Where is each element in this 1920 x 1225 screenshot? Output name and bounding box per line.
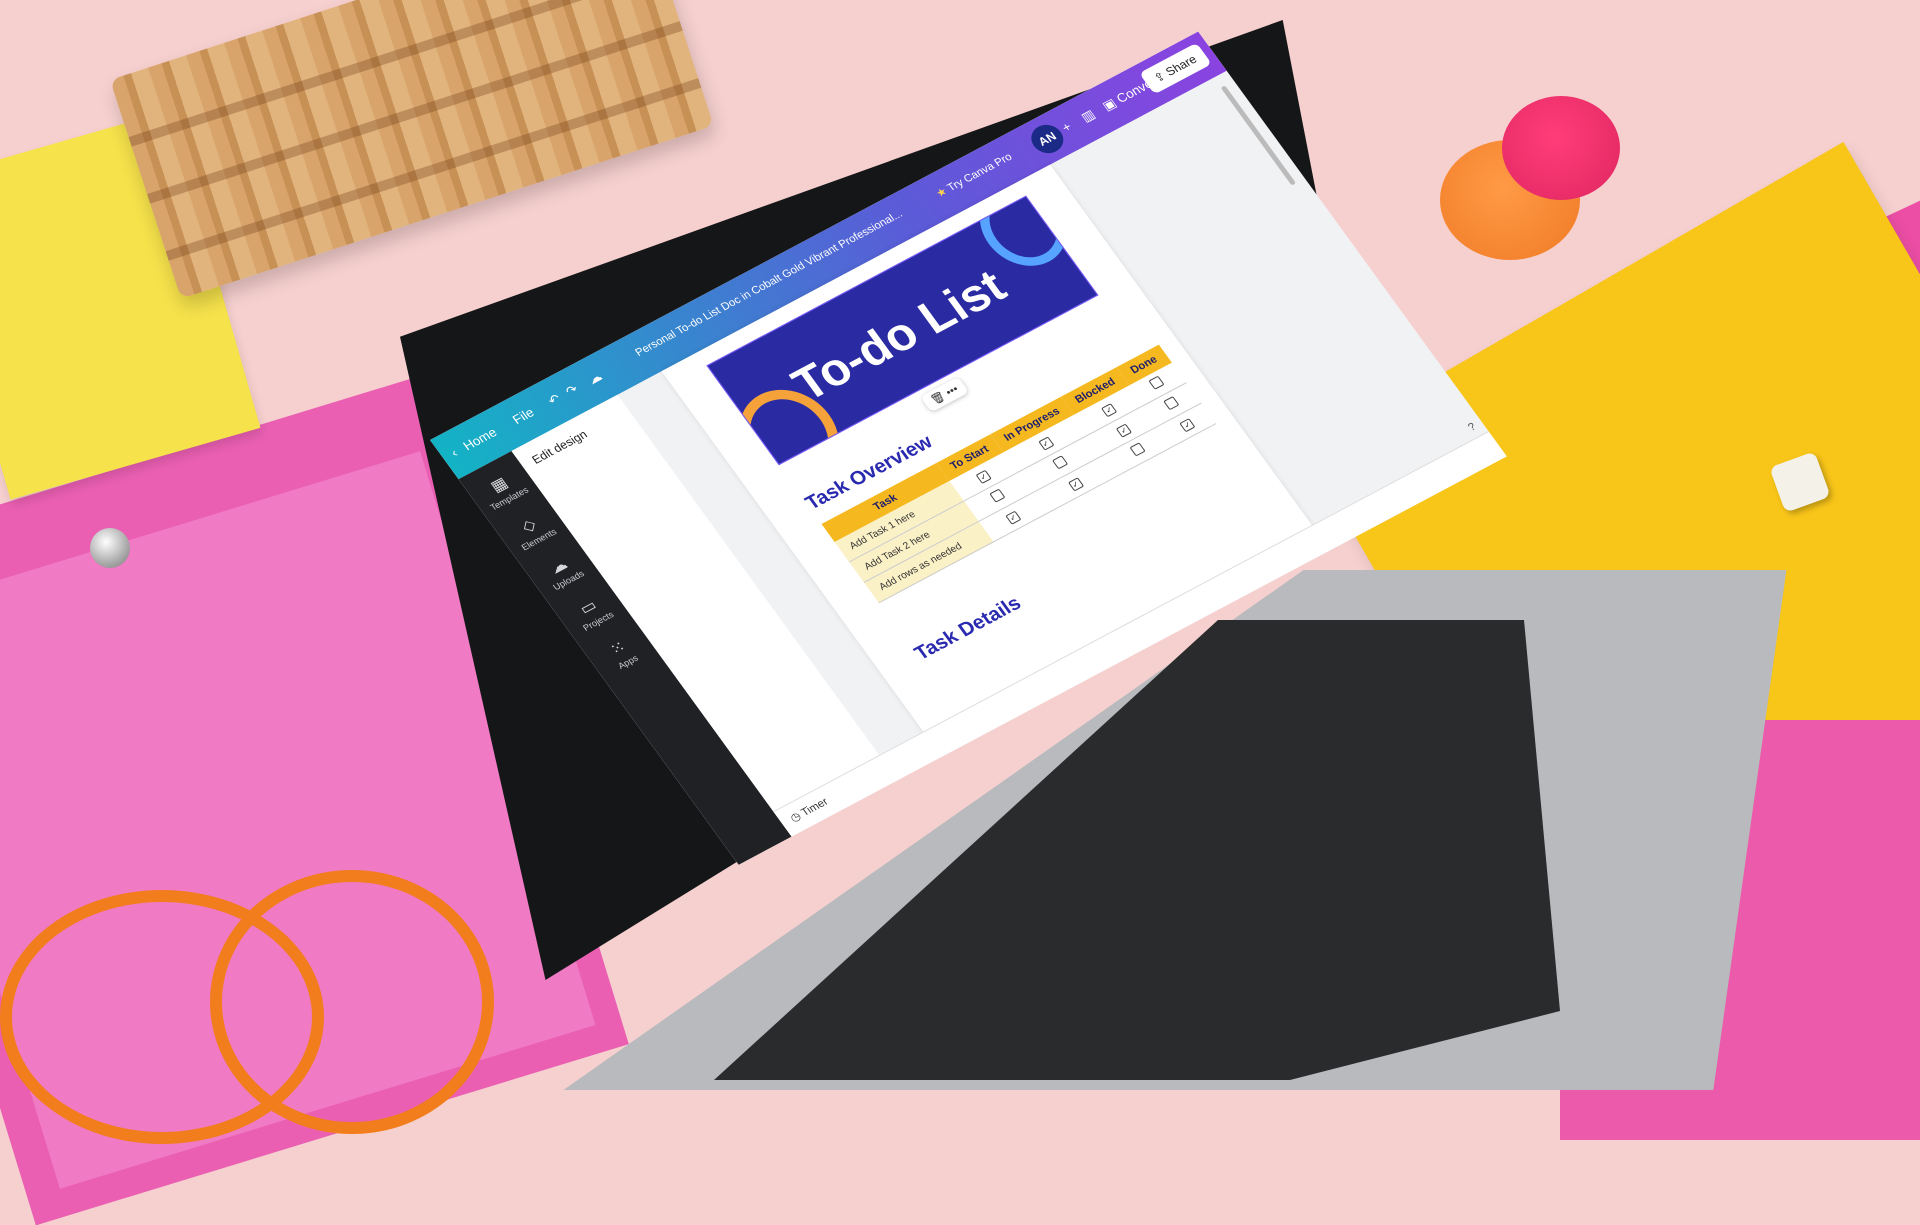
file-menu[interactable]: File <box>510 405 537 427</box>
checkbox-unchecked <box>1163 395 1180 411</box>
checkbox-unchecked <box>1129 442 1146 457</box>
wooden-card-holder <box>110 0 714 299</box>
checkbox-unchecked <box>1148 375 1165 390</box>
checkbox-checked: ✓ <box>1004 510 1022 525</box>
more-options-icon[interactable]: ••• <box>944 383 961 398</box>
trash-icon[interactable]: 🗑 <box>929 390 948 406</box>
checkbox-unchecked <box>989 488 1006 503</box>
timer-button[interactable]: ◷ Timer <box>787 795 831 825</box>
checkbox-checked: ✓ <box>975 469 992 484</box>
redo-icon[interactable]: ↷ <box>563 381 582 399</box>
pink-eraser <box>1502 96 1620 200</box>
checkbox-checked: ✓ <box>1115 423 1132 438</box>
sidebar-item-projects[interactable]: ▭ Projects <box>561 588 622 637</box>
home-link[interactable]: Home <box>460 425 500 454</box>
orange-ring <box>210 870 494 1134</box>
analytics-icon[interactable]: ▥ <box>1078 107 1098 126</box>
heading-task-details[interactable]: Task Details <box>911 592 1026 665</box>
sidebar-item-apps[interactable]: ⁙ Apps <box>591 629 652 678</box>
cloud-save-icon[interactable]: ☁ <box>585 369 606 388</box>
sidebar-item-templates[interactable]: ▦ Templates <box>472 465 533 514</box>
chevron-left-icon[interactable]: ‹ <box>448 446 461 460</box>
checkbox-checked: ✓ <box>1067 477 1084 492</box>
sidebar-item-elements[interactable]: ◇ Elements <box>502 506 563 555</box>
checkbox-checked: ✓ <box>1037 436 1054 451</box>
sidebar-item-uploads[interactable]: ☁ Uploads <box>531 547 592 596</box>
checkbox-checked: ✓ <box>1100 402 1118 417</box>
checkbox-checked: ✓ <box>1179 417 1196 432</box>
help-icon[interactable]: ? <box>1466 421 1479 434</box>
timer-label: Timer <box>799 795 831 819</box>
undo-icon[interactable]: ↶ <box>545 391 564 409</box>
checkbox-unchecked <box>1051 455 1068 470</box>
pushpin <box>90 528 130 568</box>
share-label: Share <box>1162 52 1200 79</box>
share-button[interactable]: ⇪ Share <box>1138 42 1212 95</box>
